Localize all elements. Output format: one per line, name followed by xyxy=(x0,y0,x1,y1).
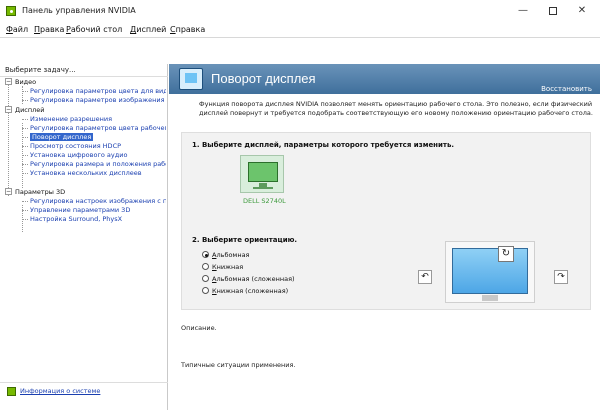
tree-branch-line xyxy=(22,128,28,129)
tree-branch-line xyxy=(22,219,28,220)
menu-help[interactable]: Справка xyxy=(170,25,205,34)
tree-guide-line xyxy=(8,78,9,196)
system-info-link[interactable]: Информация о системе xyxy=(4,386,164,398)
radio-button[interactable] xyxy=(202,287,209,294)
sidebar-title: Выберите задачу... xyxy=(5,66,76,74)
radio-button[interactable] xyxy=(202,275,209,282)
tree-collapse-icon[interactable]: − xyxy=(5,106,12,113)
tree-branch-line xyxy=(22,91,28,92)
maximize-icon xyxy=(549,7,557,15)
preview-stand xyxy=(482,295,498,301)
menu-desktop[interactable]: Рабочий стол xyxy=(66,25,122,34)
window-title: Панель управления NVIDIA xyxy=(22,6,136,15)
title-bar: Панель управления NVIDIA — ✕ xyxy=(0,0,600,22)
tree-item-desktop-color[interactable]: Регулировка параметров цвета рабочег xyxy=(30,124,166,132)
page-title: Поворот дисплея xyxy=(211,71,316,86)
orientation-label: Книжная xyxy=(212,263,244,271)
tree-item-3d-image-settings[interactable]: Регулировка настроек изображения с пр xyxy=(30,197,166,205)
rotate-left-button[interactable]: ↶ xyxy=(418,270,432,284)
tree-branch-line xyxy=(22,100,28,101)
orientation-label: Альбомная (сложенная) xyxy=(212,275,295,283)
tree-item-desktop-size[interactable]: Регулировка размера и положения рабо xyxy=(30,160,166,168)
nvidia-logo-icon xyxy=(6,6,16,16)
radio-button[interactable] xyxy=(202,251,209,258)
step2-heading: 2. Выберите ориентацию. xyxy=(192,236,298,244)
tree-branch-line xyxy=(22,210,28,211)
tree-item-multiple-displays[interactable]: Установка нескольких дисплеев xyxy=(30,169,166,177)
tree-item-video-image[interactable]: Регулировка параметров изображения д xyxy=(30,96,166,104)
tree-branch-line xyxy=(22,164,28,165)
display-selector-tile[interactable] xyxy=(240,155,284,193)
settings-panel: 1. Выберите дисплей, параметры которого … xyxy=(181,132,591,310)
system-info-label[interactable]: Информация о системе xyxy=(20,387,100,395)
tree-item-digital-audio[interactable]: Установка цифрового аудио xyxy=(30,151,166,159)
sidebar-footer-divider xyxy=(0,382,168,383)
restore-defaults-link[interactable]: Восстановить xyxy=(541,85,592,93)
tree-category-3d[interactable]: Параметры 3D xyxy=(15,188,65,196)
sidebar-divider xyxy=(0,76,168,77)
tree-branch-line xyxy=(22,146,28,147)
menu-display[interactable]: Дисплей xyxy=(130,25,166,34)
monitor-icon xyxy=(248,162,278,182)
tree-branch-line xyxy=(22,119,28,120)
usage-label: Типичные ситуации применения. xyxy=(181,361,296,369)
maximize-button[interactable] xyxy=(539,3,567,19)
tree-branch-line xyxy=(22,155,28,156)
page-header: Поворот дисплея Восстановить xyxy=(169,64,600,94)
preview-screen xyxy=(452,248,528,294)
menu-file[interactable]: Файл xyxy=(6,25,28,34)
system-info-icon xyxy=(7,387,16,396)
tree-item-surround-physx[interactable]: Настройка Surround, PhysX xyxy=(30,215,166,223)
tree-collapse-icon[interactable]: − xyxy=(5,78,12,85)
tree-category-display[interactable]: Дисплей xyxy=(15,106,45,114)
tree-collapse-icon[interactable]: − xyxy=(5,188,12,195)
preview-rotate-icon[interactable]: ↻ xyxy=(498,246,514,262)
description-label: Описание. xyxy=(181,324,217,332)
rotate-right-button[interactable]: ↷ xyxy=(554,270,568,284)
tree-branch-line xyxy=(22,137,28,138)
menu-edit[interactable]: Правка xyxy=(34,25,64,34)
orientation-label: Книжная (сложенная) xyxy=(212,287,289,295)
orientation-preview: ↻ xyxy=(445,241,535,303)
tree-guide-line xyxy=(22,86,23,104)
task-sidebar: Выберите задачу... − Видео Регулировка п… xyxy=(0,64,168,410)
tree-item-manage-3d[interactable]: Управление параметрами 3D xyxy=(30,206,166,214)
tree-item-video-color[interactable]: Регулировка параметров цвета для вид xyxy=(30,87,166,95)
tree-branch-line xyxy=(22,173,28,174)
rotate-display-icon xyxy=(179,68,203,90)
tree-category-video[interactable]: Видео xyxy=(15,78,36,86)
tree-item-rotate-display[interactable]: Поворот дисплея xyxy=(30,133,94,141)
minimize-button[interactable]: — xyxy=(509,3,537,19)
tree-item-change-resolution[interactable]: Изменение разрешения xyxy=(30,115,166,123)
orientation-label: Альбомная xyxy=(212,251,250,259)
radio-button[interactable] xyxy=(202,263,209,270)
step1-heading: 1. Выберите дисплей, параметры которого … xyxy=(192,141,455,149)
tree-item-hdcp-status[interactable]: Просмотр состояния HDCP xyxy=(30,142,166,150)
monitor-base xyxy=(253,187,273,189)
display-name[interactable]: DELL S2740L xyxy=(243,197,286,205)
menu-bar: Файл Правка Рабочий стол Дисплей Справка xyxy=(0,22,600,38)
page-description: Функция поворота дисплея NVIDIA позволяе… xyxy=(199,100,593,117)
close-button[interactable]: ✕ xyxy=(568,3,596,19)
content-pane: Поворот дисплея Восстановить Функция пов… xyxy=(169,64,600,410)
tree-branch-line xyxy=(22,201,28,202)
